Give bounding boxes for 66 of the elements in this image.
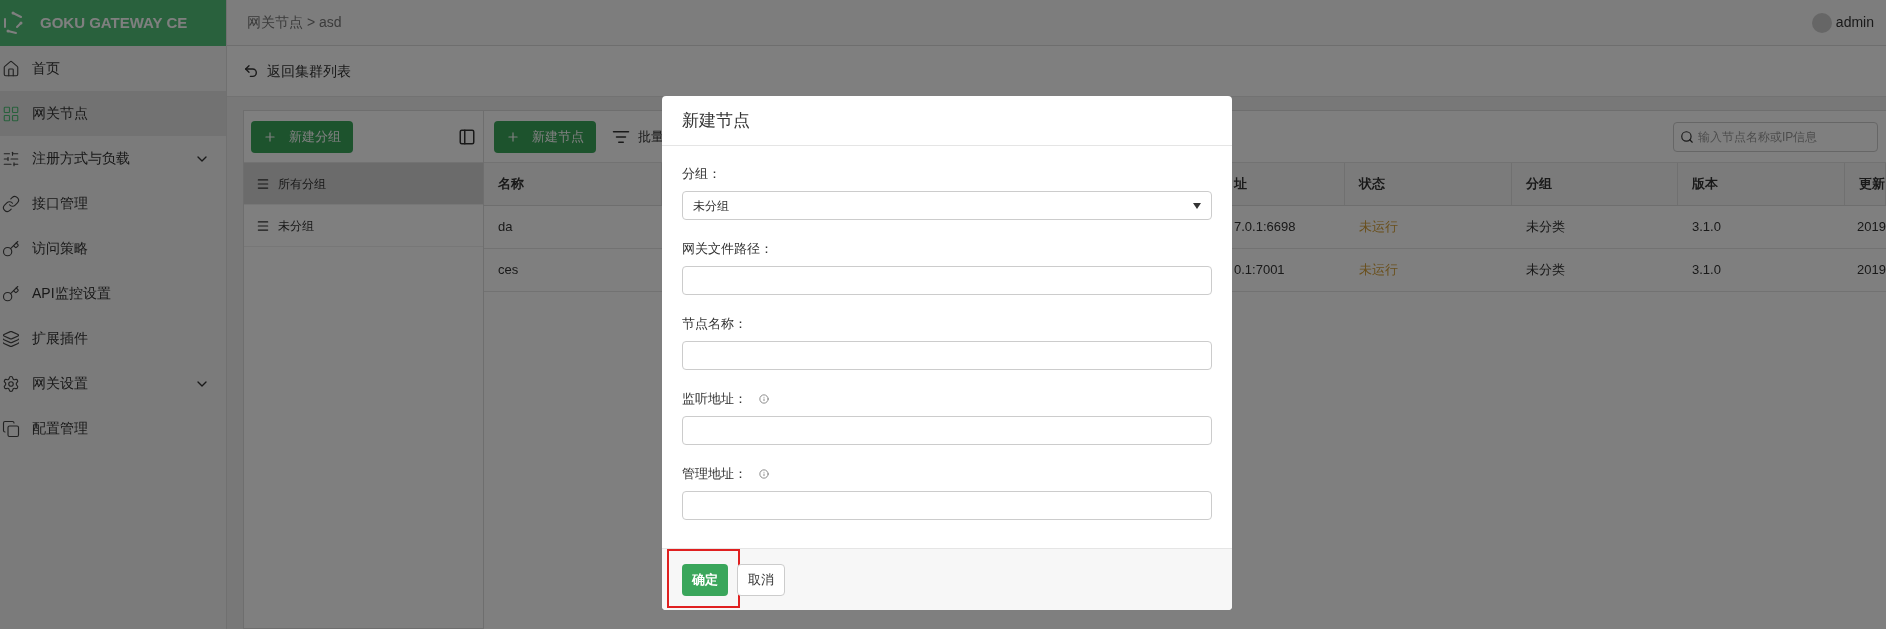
sidebar-item[interactable]: API监控设置 [0,271,226,316]
batch-button[interactable]: 批量 [612,126,664,147]
list-icon [256,218,270,233]
plus-icon [506,129,520,144]
settings-icon [2,374,20,393]
sidebar-item[interactable]: 访问策略 [0,226,226,271]
column-header: 版本 [1692,175,1718,194]
input-field[interactable] [682,341,1212,370]
new-node-button[interactable]: 新建节点 [494,120,596,153]
link-icon [2,194,20,213]
table-cell-text: 未分类 [1526,218,1565,237]
table-cell-text: da [498,218,513,237]
brand-name: GOKU GATEWAY CE [40,12,188,33]
input-field[interactable] [682,266,1212,295]
status-text: 未运行 [1359,261,1398,280]
field-label: 网关文件路径： [682,240,773,259]
dialog-title: 新建节点 [682,109,750,132]
table-cell-text: ces [498,261,519,280]
field-label: 监听地址： [682,390,747,409]
key-icon [2,239,20,258]
search-icon [1680,129,1694,144]
back-icon [243,63,259,79]
logo-icon [2,11,24,35]
group-item[interactable]: 所有分组 [244,163,483,205]
sidebar-item[interactable]: 首页 [0,46,226,91]
table-cell-text: 2019 [1857,261,1886,280]
home-icon [2,59,20,78]
table-cell-text: 3.1.0 [1692,261,1721,280]
field-label: 节点名称： [682,315,747,334]
input-field[interactable] [682,491,1212,520]
sidebar-item[interactable]: 网关设置 [0,361,226,406]
group-select[interactable]: 未分组 [682,191,1212,220]
sidebar-item[interactable]: 扩展插件 [0,316,226,361]
cancel-button[interactable]: 取消 [737,563,785,596]
sidebar-item[interactable]: 注册方式与负载 [0,136,226,181]
field-label: 管理地址： [682,465,747,484]
table-cell-text: 7.0.1:6698 [1234,218,1296,237]
layers-icon [2,329,20,348]
table-cell-text: 未分类 [1526,261,1565,280]
list-icon [256,176,270,191]
input-field[interactable] [682,416,1212,445]
user-name[interactable]: admin [1835,12,1874,33]
status-text: 未运行 [1359,218,1398,237]
breadcrumb: 网关节点 > asd [247,13,342,32]
back-link[interactable]: 返回集群列表 [267,60,351,82]
field-label: 分组： [682,165,721,184]
table-cell-text: 3.1.0 [1692,218,1721,237]
column-header: 分组 [1526,175,1552,194]
sidebar-item[interactable]: 配置管理 [0,406,226,451]
column-header: 址 [1234,175,1247,194]
sliders-icon [2,149,20,168]
confirm-button[interactable]: 确定 [682,563,728,596]
plus-icon [263,129,277,144]
table-cell-text: 2019 [1857,218,1886,237]
new-group-button[interactable]: 新建分组 [251,120,353,153]
table-cell-text: 0.1:7001 [1234,261,1285,280]
sidebar-item[interactable]: 网关节点 [0,91,226,136]
column-header: 更新 [1859,175,1885,194]
grid-icon [2,104,20,123]
column-header: 名称 [498,175,524,194]
key-icon [2,284,20,303]
sidebar-item[interactable]: 接口管理 [0,181,226,226]
copy-icon [2,419,20,438]
caret-icon [1193,202,1201,209]
panel-toggle-icon[interactable] [458,127,476,146]
column-header: 状态 [1359,175,1385,194]
